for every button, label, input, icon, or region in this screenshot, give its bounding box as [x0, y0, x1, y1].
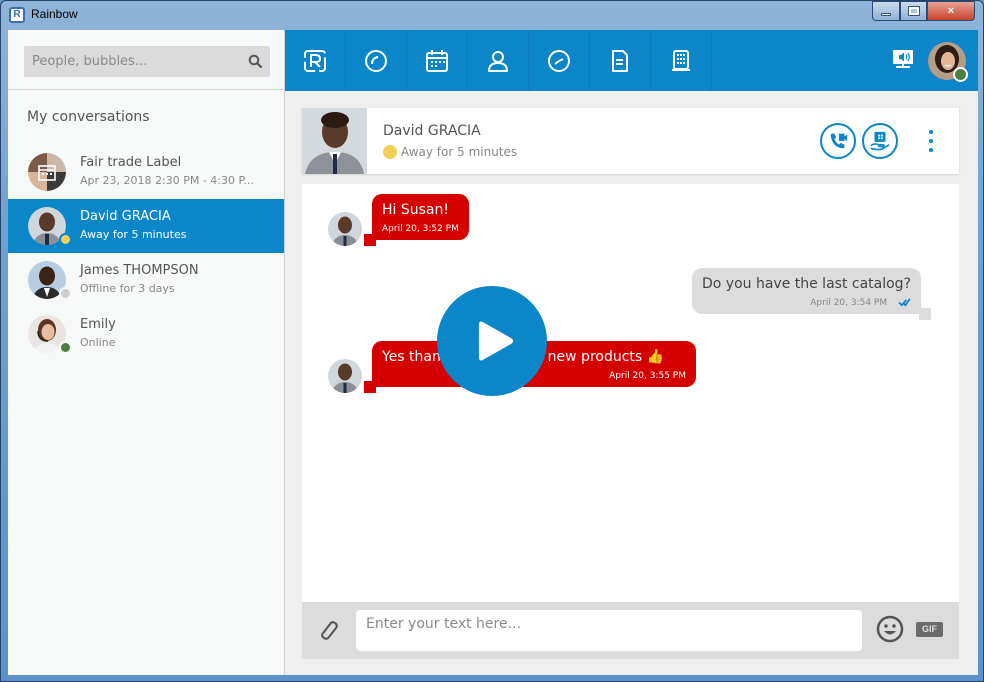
message-text: Hi Susan!	[382, 202, 449, 218]
paperclip-icon[interactable]	[316, 618, 340, 642]
conversation-subtitle: Away for 5 minutes	[80, 228, 187, 241]
minimize-icon	[881, 12, 891, 16]
gif-button[interactable]: GIF	[916, 622, 943, 637]
title-bar[interactable]: R Rainbow ×	[1, 1, 983, 30]
conversations-heading: My conversations	[27, 109, 150, 125]
nav-company[interactable]	[651, 30, 712, 91]
clock-icon	[548, 49, 570, 72]
screen-share-hand-icon	[870, 131, 890, 151]
minimize-button[interactable]	[872, 1, 900, 21]
window-controls: ×	[872, 1, 975, 21]
contact-photo	[302, 108, 367, 174]
search-box	[24, 46, 270, 77]
emoji-icon[interactable]	[876, 615, 904, 643]
conversation-name: Fair trade Label	[80, 155, 182, 170]
nav-files[interactable]	[590, 30, 651, 91]
audio-device-icon[interactable]	[892, 49, 914, 69]
play-icon	[478, 321, 514, 361]
message-bubble-outgoing[interactable]: Do you have the last catalog? April 20, …	[691, 268, 921, 314]
nav-contacts[interactable]	[468, 30, 529, 91]
conversation-name: David GRACIA	[80, 209, 171, 224]
message-input[interactable]	[356, 610, 862, 651]
conversation-list: Fair trade Label Apr 23, 2018 2:30 PM - …	[8, 145, 284, 361]
conversation-name: Emily	[80, 317, 116, 332]
conversation-subtitle: Apr 23, 2018 2:30 PM - 4:30 P...	[80, 174, 254, 187]
conversation-item-james-thompson[interactable]: James THOMPSON Offline for 3 days	[8, 253, 284, 307]
rainbow-logo-icon	[304, 49, 326, 72]
conversation-subtitle: Offline for 3 days	[80, 282, 175, 295]
status-away-indicator	[383, 145, 397, 159]
search-icon[interactable]	[248, 54, 262, 68]
message-list[interactable]: Hi Susan! April 20, 3:52 PM Do you have …	[302, 184, 959, 602]
message-time: April 20, 3:52 PM	[382, 224, 459, 234]
more-vertical-icon	[929, 130, 933, 134]
maximize-button[interactable]	[900, 1, 927, 21]
message-bubble-incoming[interactable]: Hi Susan! April 20, 3:52 PM	[372, 194, 469, 240]
more-options-button[interactable]	[927, 130, 935, 152]
status-online-indicator	[59, 341, 72, 354]
message-text: Do you have the last catalog?	[701, 276, 911, 292]
conversation-item-david-gracia[interactable]: David GRACIA Away for 5 minutes	[8, 199, 284, 253]
file-icon	[612, 49, 628, 72]
phone-video-icon	[830, 133, 848, 149]
status-away-indicator	[59, 233, 72, 246]
app-logo-icon: R	[9, 7, 25, 23]
search-section	[8, 30, 285, 90]
read-receipt-icon	[898, 298, 911, 307]
conversation-header: David GRACIA Away for 5 minutes	[302, 108, 959, 174]
share-screen-button[interactable]	[862, 123, 898, 159]
top-navigation-bar	[285, 30, 978, 91]
calendar-icon	[426, 49, 448, 72]
play-video-button[interactable]	[437, 286, 547, 396]
contact-status: Away for 5 minutes	[401, 145, 518, 159]
user-status-online-indicator	[953, 67, 968, 82]
close-button[interactable]: ×	[927, 1, 975, 21]
sidebar: My conversations Fai	[8, 30, 285, 675]
conversation-item-fair-trade-label[interactable]: Fair trade Label Apr 23, 2018 2:30 PM - …	[8, 145, 284, 199]
message-text-start: Yes than	[382, 349, 441, 365]
message-time: April 20, 3:54 PM	[810, 298, 888, 308]
contacts-icon	[488, 50, 508, 72]
message-time-row: April 20, 3:54 PM	[702, 298, 911, 308]
thumbs-up-emoji: 👍	[646, 349, 665, 365]
message-composer: GIF	[302, 602, 959, 659]
bubble-tail	[919, 308, 931, 320]
contact-name[interactable]: David GRACIA	[383, 123, 481, 139]
recent-icon	[365, 49, 387, 72]
conversation-name: James THOMPSON	[80, 263, 199, 278]
conversation-subtitle: Online	[80, 336, 116, 349]
search-input[interactable]	[24, 46, 224, 77]
conversation-item-emily[interactable]: Emily Online	[8, 307, 284, 361]
close-icon: ×	[947, 5, 955, 17]
company-icon	[672, 49, 690, 71]
nav-calendar[interactable]	[407, 30, 468, 91]
call-button[interactable]	[820, 123, 856, 159]
maximize-icon	[907, 6, 920, 16]
nav-recent[interactable]	[346, 30, 407, 91]
status-offline-indicator	[59, 287, 72, 300]
window-title: Rainbow	[31, 7, 78, 21]
bubble-avatar	[28, 153, 66, 191]
sender-avatar	[328, 359, 362, 393]
sender-avatar	[328, 212, 362, 246]
nav-home[interactable]	[285, 30, 346, 91]
nav-history[interactable]	[529, 30, 590, 91]
